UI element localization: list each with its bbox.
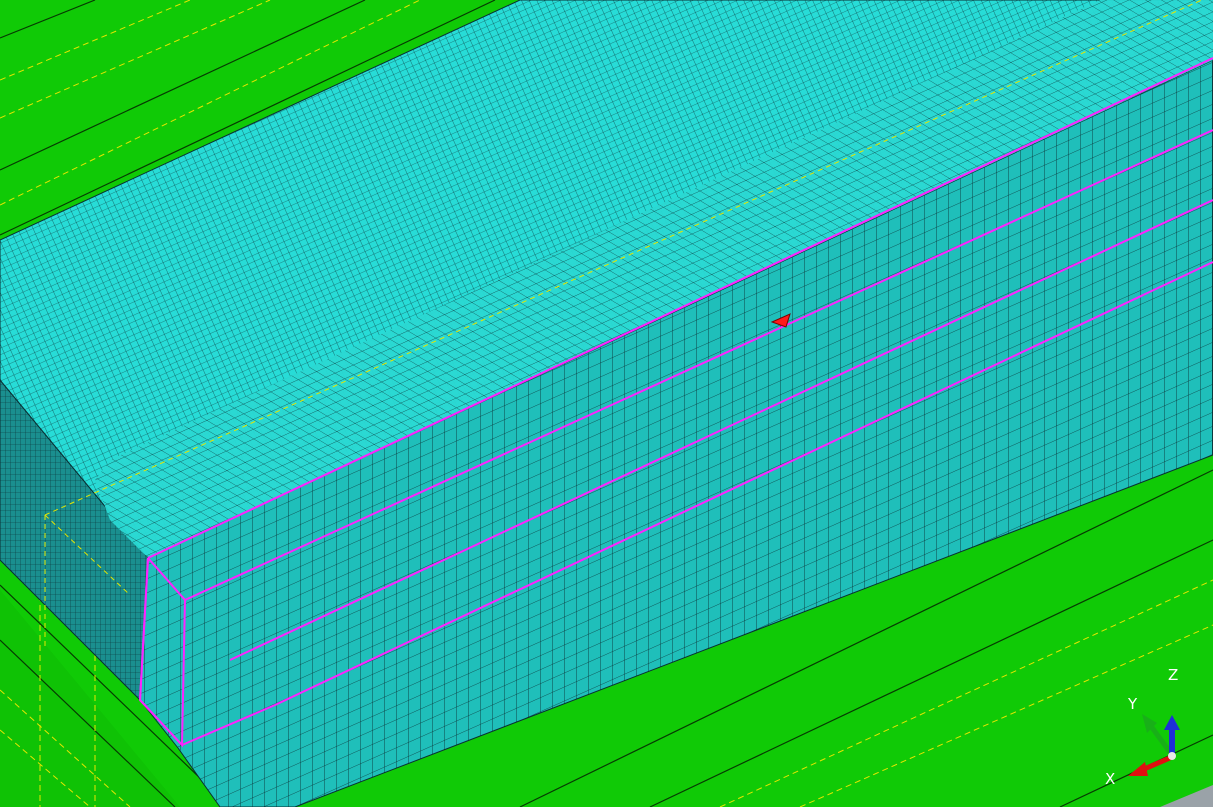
triad-z-label: Z <box>1168 666 1179 684</box>
triad-y-label: Y <box>1128 695 1138 713</box>
mesh-scene[interactable] <box>0 0 1213 807</box>
graphics-viewport[interactable]: Y Z X <box>0 0 1213 807</box>
triad-x-label: X <box>1105 770 1116 788</box>
